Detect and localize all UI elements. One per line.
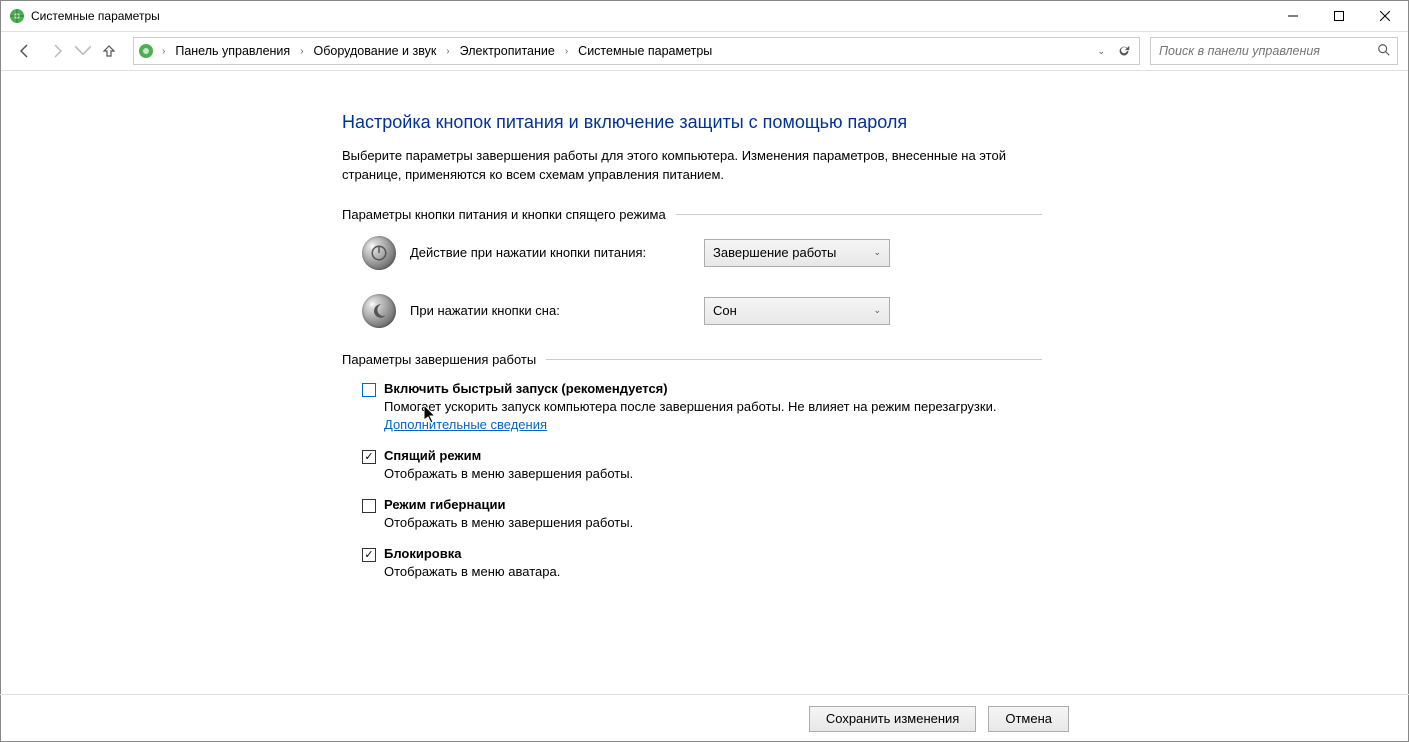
breadcrumb-sep: › [298, 46, 305, 57]
address-bar[interactable]: › Панель управления › Оборудование и зву… [133, 37, 1140, 65]
sleep-desc: Отображать в меню завершения работы. [384, 465, 633, 483]
titlebar: Системные параметры [1, 1, 1408, 31]
power-button-label: Действие при нажатии кнопки питания: [410, 245, 690, 260]
chevron-down-icon: ⌄ [873, 247, 881, 258]
fast-startup-option: Включить быстрый запуск (рекомендуется) … [362, 381, 1042, 434]
section-shutdown-settings: Параметры завершения работы [342, 352, 1042, 367]
fast-startup-desc: Помогает ускорить запуск компьютера посл… [384, 398, 1042, 434]
breadcrumb-item[interactable]: Электропитание [454, 38, 561, 64]
maximize-button[interactable] [1316, 1, 1362, 31]
window-title: Системные параметры [31, 9, 160, 23]
sleep-button-action-select[interactable]: Сон ⌄ [704, 297, 890, 325]
sleep-button-row: При нажатии кнопки сна: Сон ⌄ [362, 294, 1042, 328]
page-title: Настройка кнопок питания и включение защ… [342, 112, 1042, 133]
close-button[interactable] [1362, 1, 1408, 31]
search-box[interactable] [1150, 37, 1398, 65]
section-legend-text: Параметры кнопки питания и кнопки спящег… [342, 207, 666, 222]
lock-title: Блокировка [384, 546, 560, 561]
sleep-option: ✓ Спящий режим Отображать в меню заверше… [362, 448, 1042, 483]
section-legend-text: Параметры завершения работы [342, 352, 536, 367]
sleep-checkbox[interactable]: ✓ [362, 450, 376, 464]
hibernate-desc: Отображать в меню завершения работы. [384, 514, 633, 532]
cancel-button[interactable]: Отмена [988, 706, 1069, 732]
fast-startup-checkbox[interactable] [362, 383, 376, 397]
breadcrumb-item[interactable]: Оборудование и звук [308, 38, 443, 64]
combo-value: Сон [713, 303, 737, 318]
breadcrumb-item[interactable]: Панель управления [169, 38, 296, 64]
breadcrumb-item[interactable]: Системные параметры [572, 38, 718, 64]
sleep-title: Спящий режим [384, 448, 633, 463]
search-input[interactable] [1157, 43, 1377, 59]
power-icon [362, 236, 396, 270]
page-description: Выберите параметры завершения работы для… [342, 147, 1042, 185]
breadcrumb-sep: › [563, 46, 570, 57]
hibernate-title: Режим гибернации [384, 497, 633, 512]
save-button[interactable]: Сохранить изменения [809, 706, 977, 732]
back-button[interactable] [11, 37, 39, 65]
power-button-row: Действие при нажатии кнопки питания: Зав… [362, 236, 1042, 270]
recent-dropdown[interactable] [75, 37, 91, 65]
address-icon [138, 43, 154, 59]
app-icon [9, 8, 25, 24]
search-icon[interactable] [1377, 43, 1391, 60]
refresh-button[interactable] [1113, 44, 1135, 58]
breadcrumb-sep: › [444, 46, 451, 57]
breadcrumb-sep: › [160, 46, 167, 57]
address-dropdown[interactable]: ⌄ [1091, 46, 1111, 57]
learn-more-link[interactable]: Дополнительные сведения [384, 417, 547, 432]
section-button-settings: Параметры кнопки питания и кнопки спящег… [342, 207, 1042, 222]
hibernate-checkbox[interactable] [362, 499, 376, 513]
combo-value: Завершение работы [713, 245, 836, 260]
power-button-action-select[interactable]: Завершение работы ⌄ [704, 239, 890, 267]
chevron-down-icon: ⌄ [873, 305, 881, 316]
navbar: › Панель управления › Оборудование и зву… [1, 31, 1408, 71]
sleep-button-label: При нажатии кнопки сна: [410, 303, 690, 318]
lock-option: ✓ Блокировка Отображать в меню аватара. [362, 546, 1042, 581]
fast-startup-title: Включить быстрый запуск (рекомендуется) [384, 381, 1042, 396]
hibernate-option: Режим гибернации Отображать в меню завер… [362, 497, 1042, 532]
up-button[interactable] [95, 37, 123, 65]
footer: Сохранить изменения Отмена [0, 694, 1409, 742]
minimize-button[interactable] [1270, 1, 1316, 31]
lock-checkbox[interactable]: ✓ [362, 548, 376, 562]
forward-button[interactable] [43, 37, 71, 65]
sleep-icon [362, 294, 396, 328]
content-area: Настройка кнопок питания и включение защ… [0, 72, 1409, 694]
lock-desc: Отображать в меню аватара. [384, 563, 560, 581]
